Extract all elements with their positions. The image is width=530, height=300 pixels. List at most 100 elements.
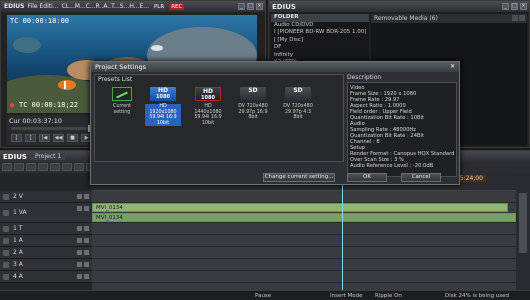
player-window-controls: _ □ × <box>238 3 263 10</box>
track-lock-icon[interactable] <box>3 209 9 216</box>
folder-item[interactable]: Audio CD/DVD <box>271 22 369 30</box>
bin-maximize-icon[interactable]: □ <box>511 3 518 10</box>
tool-cut-icon[interactable] <box>62 163 72 171</box>
file-label[interactable]: File Editi... <box>28 3 59 10</box>
track-lock-icon[interactable] <box>3 273 9 280</box>
scroll-thumb[interactable] <box>519 193 527 253</box>
bin-window-controls: _ □ × <box>502 3 527 10</box>
cancel-button[interactable]: Cancel <box>401 173 441 182</box>
track-header[interactable]: 1 VA <box>0 203 92 223</box>
plr-button[interactable]: PLR <box>151 3 167 10</box>
track-visible-icon[interactable] <box>77 262 82 267</box>
track-visible-icon[interactable] <box>77 226 82 231</box>
track-lock-icon[interactable] <box>3 193 9 200</box>
tool-open-icon[interactable] <box>14 163 24 171</box>
project-settings-dialog: Project Settings ✕ Presets List Current … <box>90 61 460 185</box>
track-lane[interactable] <box>92 223 516 235</box>
track-label: 2 V <box>13 193 23 200</box>
track-lock-icon[interactable] <box>3 225 9 232</box>
prev-icon[interactable]: |◀ <box>39 134 50 142</box>
status-ripple: Ripple On <box>375 293 402 299</box>
description-label: Description <box>347 74 382 81</box>
preset-card[interactable]: SD DV 720x480 29.97p 16:9 8bit <box>235 87 271 121</box>
current-setting-card[interactable]: Current setting <box>107 87 137 115</box>
tool-redo-icon[interactable] <box>50 163 60 171</box>
preset-caption: DV 720x480 29.97p 4:3 8bit <box>280 104 316 121</box>
track-lane[interactable]: MVI_0134 MVI_0134 <box>92 203 516 223</box>
change-current-setting-button[interactable]: Change current setting... <box>263 173 335 182</box>
track-header[interactable]: 1 A <box>0 235 92 247</box>
audio-clip[interactable]: MVI_0134 <box>92 213 516 222</box>
track-audio-icon[interactable] <box>84 206 89 211</box>
view-thumb-icon[interactable] <box>519 15 525 21</box>
track-header[interactable]: 2 V <box>0 191 92 203</box>
rec-button[interactable]: REC <box>169 3 185 10</box>
tool-copy-icon[interactable] <box>74 163 84 171</box>
bin-titlebar: EDIUS _ □ × <box>269 1 529 12</box>
preset-line2: 59.94i 16:9 10bit <box>149 115 177 126</box>
track-audio-icon[interactable] <box>84 238 89 243</box>
ok-button[interactable]: OK <box>347 173 387 182</box>
preset-card[interactable]: HD 1080 HD 1920x1080 59.94i 16:9 10bit <box>145 87 181 126</box>
track-header[interactable]: 3 A <box>0 259 92 271</box>
track-header[interactable]: 4 A <box>0 271 92 283</box>
track-lane[interactable] <box>92 191 516 203</box>
preset-card[interactable]: SD DV 720x480 29.97p 4:3 8bit <box>280 87 316 121</box>
track-lane[interactable] <box>92 247 516 259</box>
track-visible-icon[interactable] <box>77 194 82 199</box>
presets-list: Presets List Current setting HD 1080 HD 19… <box>94 74 344 162</box>
player-menu[interactable]: CL...M...C...R..A..T...S...H...E... <box>61 3 149 10</box>
in-point-icon[interactable]: [ <box>11 134 22 142</box>
track-header[interactable]: 1 T <box>0 223 92 235</box>
playhead[interactable] <box>342 173 343 290</box>
status-bar: Pause Insert Mode Ripple On Disk 24% is … <box>0 290 530 300</box>
track-audio-icon[interactable] <box>84 194 89 199</box>
out-point-icon[interactable]: ] <box>25 134 36 142</box>
track-visible-icon[interactable] <box>77 206 82 211</box>
minimize-icon[interactable]: _ <box>238 3 245 10</box>
bin-close-icon[interactable]: × <box>520 3 527 10</box>
track-audio-icon[interactable] <box>84 274 89 279</box>
tool-save-icon[interactable] <box>26 163 36 171</box>
track-audio-icon[interactable] <box>84 262 89 267</box>
track-lane[interactable] <box>92 271 516 283</box>
track-audio-icon[interactable] <box>84 226 89 231</box>
view-list-icon[interactable] <box>512 15 518 21</box>
tool-new-icon[interactable] <box>2 163 12 171</box>
folder-item[interactable]: I [PIONEER BD-RW BDR-205 1.00] <box>271 29 369 37</box>
preset-line2: 29.97p 4:3 8bit <box>284 109 312 121</box>
bin-minimize-icon[interactable]: _ <box>502 3 509 10</box>
track-lanes[interactable]: MVI_0134 MVI_0134 <box>92 191 516 290</box>
preset-icon: SD <box>285 87 311 101</box>
track-label: 2 A <box>13 249 23 256</box>
track-toggles <box>77 262 89 267</box>
track-audio-icon[interactable] <box>84 250 89 255</box>
track-visible-icon[interactable] <box>77 238 82 243</box>
preset-line1: DV 720x480 <box>283 104 313 109</box>
track-lock-icon[interactable] <box>3 237 9 244</box>
track-header[interactable]: 2 A <box>0 247 92 259</box>
folder-item[interactable]: Infinity <box>271 52 369 60</box>
folder-item[interactable]: J [My Disc] <box>271 37 369 45</box>
track-lane[interactable] <box>92 259 516 271</box>
stop-icon[interactable]: ■ <box>67 134 78 142</box>
close-icon[interactable]: × <box>256 3 263 10</box>
preset-caption: HD 1440x1080 59.94i 16:9 10bit <box>190 104 226 126</box>
folder-tree-header: FOLDER <box>271 14 369 22</box>
track-lock-icon[interactable] <box>3 261 9 268</box>
track-visible-icon[interactable] <box>77 250 82 255</box>
timeline-scrollbar[interactable] <box>516 173 530 290</box>
video-clip[interactable]: MVI_0134 <box>92 203 508 212</box>
tool-undo-icon[interactable] <box>38 163 48 171</box>
folder-item[interactable]: DF <box>271 44 369 52</box>
dialog-close-icon[interactable]: ✕ <box>449 64 456 70</box>
project-tab[interactable]: Project 1 <box>30 153 66 160</box>
preset-line1: HD 1440x1080 <box>194 104 222 115</box>
track-visible-icon[interactable] <box>77 274 82 279</box>
preset-card[interactable]: HD 1080 HD 1440x1080 59.94i 16:9 10bit <box>190 87 226 126</box>
track-lane[interactable] <box>92 235 516 247</box>
rewind-icon[interactable]: ◀◀ <box>53 134 64 142</box>
timecode-bottom: TC 00:00:18;22 <box>19 101 79 109</box>
track-lock-icon[interactable] <box>3 249 9 256</box>
maximize-icon[interactable]: □ <box>247 3 254 10</box>
